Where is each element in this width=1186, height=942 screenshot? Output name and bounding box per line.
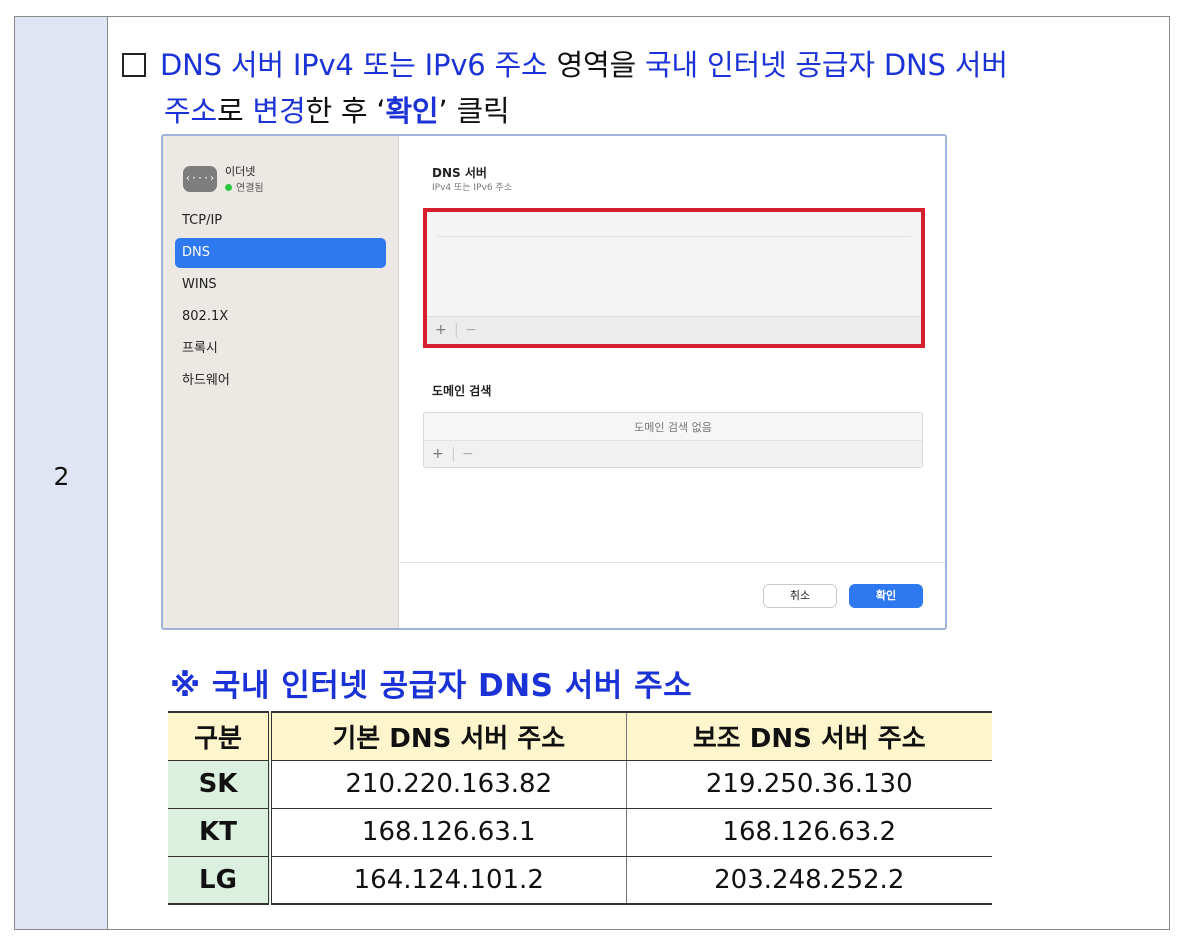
search-domain-list[interactable]: 도메인 검색 없음 + | − bbox=[423, 412, 923, 468]
toolbar-separator: | bbox=[451, 446, 456, 462]
instruction-segment-2: 영역을 bbox=[547, 48, 645, 82]
dns-server-list[interactable]: + | − bbox=[423, 208, 925, 348]
primary-dns-address: 168.126.63.1 bbox=[268, 808, 626, 857]
connection-status: 연결됨 bbox=[225, 179, 264, 194]
primary-dns-address: 164.124.101.2 bbox=[268, 856, 626, 905]
instruction-text: DNS 서버 IPv4 또는 IPv6 주소 영역을 국내 인터넷 공급자 DN… bbox=[122, 42, 1162, 134]
secondary-dns-address: 203.248.252.2 bbox=[625, 856, 992, 905]
step-number: 2 bbox=[53, 462, 70, 491]
footer-divider bbox=[400, 562, 945, 563]
domain-list-toolbar: + | − bbox=[424, 440, 922, 467]
step-number-cell: 2 bbox=[15, 17, 108, 929]
instruction-segment-7: 한 후 ‘ bbox=[305, 94, 386, 128]
sidebar-item-proxy[interactable]: 프록시 bbox=[175, 334, 386, 364]
dns-server-title: DNS 서버 bbox=[432, 166, 487, 180]
toolbar-separator: | bbox=[454, 322, 459, 338]
table-row: LG 164.124.101.2 203.248.252.2 bbox=[168, 856, 992, 905]
status-dot-icon bbox=[225, 184, 232, 191]
dns-settings-pane: DNS 서버 IPv4 또는 IPv6 주소 + | − 도메인 검색 도메인 … bbox=[400, 136, 945, 628]
connection-status-label: 연결됨 bbox=[236, 183, 264, 194]
dns-list-toolbar: + | − bbox=[427, 316, 921, 344]
network-settings-window: ‹···› 이더넷 연결됨 TCP/IP DNS WINS 802.1X 프록시 하드웨어… bbox=[161, 134, 947, 630]
instruction-segment-9: ’ 클릭 bbox=[438, 94, 510, 128]
sidebar-item-hardware[interactable]: 하드웨어 bbox=[175, 366, 386, 396]
instruction-segment-8: 확인 bbox=[385, 94, 439, 128]
instruction-segment-6: 변경 bbox=[252, 94, 306, 128]
isp-dns-note-title: ※ 국내 인터넷 공급자 DNS 서버 주소 bbox=[170, 668, 693, 704]
primary-dns-address: 210.220.163.82 bbox=[268, 760, 626, 809]
ethernet-icon: ‹···› bbox=[183, 166, 217, 192]
sidebar-item-8021x[interactable]: 802.1X bbox=[175, 302, 386, 332]
table-header-secondary-dns: 보조 DNS 서버 주소 bbox=[625, 711, 992, 761]
sidebar-item-dns[interactable]: DNS bbox=[175, 238, 386, 268]
dns-list-row-divider bbox=[437, 236, 911, 237]
remove-dns-server-button[interactable]: − bbox=[465, 322, 477, 338]
settings-sidebar: ‹···› 이더넷 연결됨 TCP/IP DNS WINS 802.1X 프록시 하드웨어 bbox=[163, 136, 399, 628]
secondary-dns-address: 219.250.36.130 bbox=[625, 760, 992, 809]
ok-button[interactable]: 확인 bbox=[849, 584, 923, 608]
secondary-dns-address: 168.126.63.2 bbox=[625, 808, 992, 857]
isp-name: LG bbox=[168, 856, 270, 905]
sidebar-item-tcpip[interactable]: TCP/IP bbox=[175, 206, 386, 236]
search-domain-title: 도메인 검색 bbox=[432, 384, 492, 398]
sidebar-item-wins[interactable]: WINS bbox=[175, 270, 386, 300]
table-row: SK 210.220.163.82 219.250.36.130 bbox=[168, 760, 992, 809]
table-header-primary-dns: 기본 DNS 서버 주소 bbox=[268, 711, 626, 761]
instruction-segment-3: 국내 인터넷 공급자 DNS 서버 bbox=[645, 48, 1008, 82]
isp-name: SK bbox=[168, 760, 270, 809]
add-search-domain-button[interactable]: + bbox=[432, 446, 444, 462]
connection-name: 이더넷 bbox=[225, 165, 256, 178]
add-dns-server-button[interactable]: + bbox=[435, 322, 447, 338]
instruction-segment-4: 주소 bbox=[164, 94, 217, 128]
instruction-segment-5: 로 bbox=[216, 94, 253, 128]
dns-server-subtitle: IPv4 또는 IPv6 주소 bbox=[432, 183, 512, 193]
instruction-segment-1: DNS 서버 IPv4 또는 IPv6 주소 bbox=[160, 48, 548, 82]
instruction-line-2: 주소로 변경한 후 ‘확인’ 클릭 bbox=[122, 88, 1162, 134]
isp-name: KT bbox=[168, 808, 270, 857]
isp-dns-table: 구분 기본 DNS 서버 주소 보조 DNS 서버 주소 SK 210.220.… bbox=[168, 711, 992, 905]
table-row: KT 168.126.63.1 168.126.63.2 bbox=[168, 808, 992, 857]
table-header-row: 구분 기본 DNS 서버 주소 보조 DNS 서버 주소 bbox=[168, 711, 992, 761]
instruction-line-1: DNS 서버 IPv4 또는 IPv6 주소 영역을 국내 인터넷 공급자 DN… bbox=[122, 42, 1162, 88]
cancel-button[interactable]: 취소 bbox=[763, 584, 837, 608]
remove-search-domain-button[interactable]: − bbox=[462, 446, 474, 462]
search-domain-empty-text: 도메인 검색 없음 bbox=[634, 421, 712, 434]
table-header-isp: 구분 bbox=[168, 711, 270, 761]
checkbox-icon bbox=[122, 53, 146, 77]
